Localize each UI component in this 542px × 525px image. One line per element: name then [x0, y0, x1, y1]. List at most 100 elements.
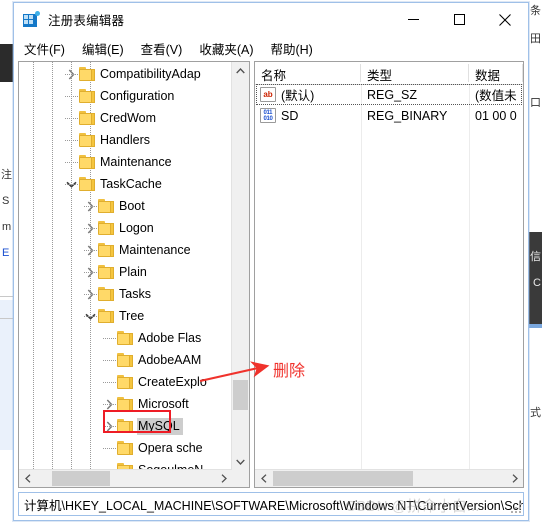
menu-file[interactable]: 文件(F): [24, 37, 74, 60]
folder-icon: [117, 419, 133, 433]
menu-bar: 文件(F) 编辑(E) 查看(V) 收藏夹(A) 帮助(H): [14, 36, 528, 60]
tree-connector: [84, 294, 98, 295]
tree-item-mysql[interactable]: MySQL: [19, 415, 232, 437]
tree-connector: [65, 162, 79, 163]
tree-connector: [65, 140, 79, 141]
tree-item-credwom[interactable]: CredWom: [19, 107, 232, 129]
folder-icon: [117, 397, 133, 411]
folder-icon: [98, 309, 114, 323]
folder-icon: [98, 199, 114, 213]
scroll-up-button[interactable]: [232, 62, 249, 79]
folder-icon: [79, 177, 95, 191]
value-name: SD: [281, 108, 299, 123]
tree-item-adobeaam[interactable]: AdobeAAM: [19, 349, 232, 371]
tree-item-logon[interactable]: Logon: [19, 217, 232, 239]
tree-item-label: Opera sche: [138, 440, 203, 455]
tree-item-tree[interactable]: Tree: [19, 305, 232, 327]
tree-connector: [103, 404, 117, 405]
folder-icon: [98, 265, 114, 279]
tree-connector: [65, 184, 79, 185]
value-data: (数值未: [475, 89, 517, 103]
tree-vertical-scrollbar[interactable]: [231, 62, 249, 470]
registry-values-pane: 名称 类型 数据 ab (默认) REG_SZ (数值未 011 010 SD …: [254, 61, 524, 488]
tree-item-plain[interactable]: Plain: [19, 261, 232, 283]
title-bar[interactable]: 注册表编辑器: [14, 3, 528, 36]
tree-item-handlers[interactable]: Handlers: [19, 129, 232, 151]
tree-scroll-thumb[interactable]: [233, 380, 248, 410]
table-row[interactable]: ab (默认) REG_SZ (数值未: [255, 84, 523, 105]
bg-glyph: 注: [1, 169, 12, 181]
column-header-type[interactable]: 类型: [361, 62, 469, 84]
bg-glyph: 田: [530, 33, 541, 45]
bg-glyph: 式: [530, 407, 541, 419]
menu-edit[interactable]: 编辑(E): [82, 37, 133, 60]
tree-connector: [65, 96, 79, 97]
tree-item-label: CompatibilityAdap: [100, 66, 201, 81]
bg-left-dark-block: [0, 44, 14, 82]
bg-divider: [0, 318, 13, 319]
values-horizontal-scrollbar[interactable]: [255, 469, 523, 487]
folder-icon: [117, 375, 133, 389]
menu-favorites[interactable]: 收藏夹(A): [199, 37, 262, 60]
tree-item-label: TaskCache: [100, 176, 162, 191]
scroll-left-button[interactable]: [19, 470, 36, 487]
bg-glyph: 信: [530, 251, 541, 263]
minimize-button[interactable]: [390, 3, 436, 36]
tree-item-label: AdobeAAM: [138, 352, 202, 367]
value-name: (默认): [281, 89, 315, 103]
tree-item-label: Microsoft: [138, 396, 189, 411]
tree-item-opera-sche[interactable]: Opera sche: [19, 437, 232, 459]
tree-item-label: Adobe Flas: [138, 330, 202, 345]
tree-item-label: Handlers: [100, 132, 151, 147]
tree-item-boot[interactable]: Boot: [19, 195, 232, 217]
tree-item-microsoft[interactable]: Microsoft: [19, 393, 232, 415]
tree-connector: [84, 206, 98, 207]
tree-item-compatibilityadap[interactable]: CompatibilityAdap: [19, 63, 232, 85]
tree-connector: [65, 118, 79, 119]
tree-item-label: CredWom: [100, 110, 157, 125]
bg-right-accent: [528, 324, 542, 328]
menu-view[interactable]: 查看(V): [141, 37, 192, 60]
tree-item-tasks[interactable]: Tasks: [19, 283, 232, 305]
resize-grip[interactable]: [509, 501, 521, 513]
folder-icon: [117, 353, 133, 367]
close-button[interactable]: [482, 3, 528, 36]
tree-connector: [103, 382, 117, 383]
tree-item-adobe-flas[interactable]: Adobe Flas: [19, 327, 232, 349]
tree-item-label: Logon: [119, 220, 154, 235]
values-list[interactable]: ab (默认) REG_SZ (数值未 011 010 SD REG_BINARY…: [255, 84, 523, 470]
tree-horizontal-scrollbar[interactable]: [19, 469, 232, 487]
menu-help[interactable]: 帮助(H): [270, 37, 321, 60]
tree-item-taskcache[interactable]: TaskCache: [19, 173, 232, 195]
tree-item-maintenance[interactable]: Maintenance: [19, 151, 232, 173]
values-hscroll-thumb[interactable]: [273, 471, 413, 486]
bg-glyph: S: [2, 195, 10, 207]
scroll-right-button[interactable]: [506, 470, 523, 487]
column-header-data[interactable]: 数据: [469, 62, 523, 84]
tree-connector: [84, 228, 98, 229]
tree-item-maintenance[interactable]: Maintenance: [19, 239, 232, 261]
table-row[interactable]: 011 010 SD REG_BINARY 01 00 0: [255, 105, 523, 126]
scroll-corner: [232, 470, 249, 487]
tree-item-label: Tasks: [119, 286, 151, 301]
tree-item-label: MySQL: [137, 417, 183, 435]
tree-item-configuration[interactable]: Configuration: [19, 85, 232, 107]
column-header-name[interactable]: 名称: [255, 62, 361, 84]
tree-hscroll-thumb[interactable]: [52, 471, 110, 486]
maximize-button[interactable]: [436, 3, 482, 36]
tree-item-createexplo[interactable]: CreateExplo: [19, 371, 232, 393]
tree-connector: [84, 316, 98, 317]
tree-item-label: Plain: [119, 264, 147, 279]
bg-glyph: m: [2, 221, 12, 233]
registry-tree-pane: CompatibilityAdap Configuration CredWom Han…: [18, 61, 250, 488]
bg-glyph: E: [2, 247, 10, 259]
values-header-row: 名称 类型 数据: [255, 62, 523, 85]
window-controls: [390, 3, 528, 36]
scroll-down-button[interactable]: [232, 453, 249, 470]
registry-tree[interactable]: CompatibilityAdap Configuration CredWom Han…: [19, 62, 232, 470]
scroll-left-button[interactable]: [255, 470, 272, 487]
scroll-right-button[interactable]: [215, 470, 232, 487]
registry-editor-window: 注册表编辑器 文件(F) 编辑(E) 查看(V) 收藏夹(A) 帮助(H) Co…: [13, 2, 529, 521]
bg-divider: [0, 296, 13, 297]
folder-icon: [79, 155, 95, 169]
